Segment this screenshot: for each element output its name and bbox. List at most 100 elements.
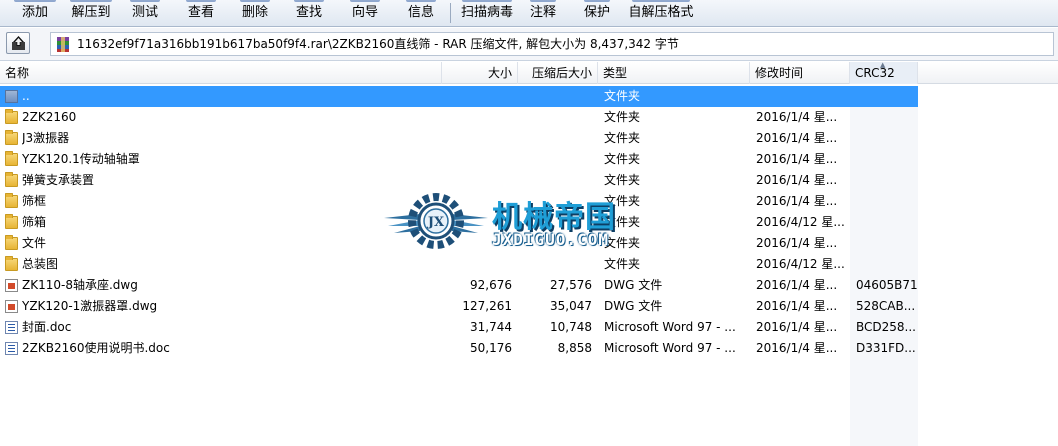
file-crc32 <box>856 254 918 275</box>
file-modified: 2016/1/4 星... <box>756 320 838 334</box>
gear-wings-logo-icon: JX <box>384 193 488 249</box>
column-name[interactable]: 名称 <box>0 62 442 84</box>
file-row[interactable]: 封面.doc 31,744 10,748 Microsoft Word 97 - ..… <box>0 317 918 338</box>
file-name: J3激振器 <box>22 131 70 145</box>
dwg-file-icon <box>5 300 18 313</box>
virus-scan-button[interactable]: 扫描病毒 <box>456 0 518 26</box>
file-type: 文件夹 <box>604 89 641 103</box>
file-size: 127,261 <box>462 299 512 313</box>
file-crc32: 528CAB... <box>856 296 918 317</box>
file-name: 总装图 <box>22 257 59 271</box>
protect-button[interactable]: 保护 <box>578 0 616 26</box>
file-row[interactable]: YZK120.1传动轴轴罩 文件夹 2016/1/4 星... <box>0 149 918 170</box>
file-row[interactable]: .. 文件夹 <box>0 86 918 107</box>
dwg-file-icon <box>5 279 18 292</box>
file-packed-size <box>520 254 592 275</box>
folder-icon <box>5 151 18 166</box>
file-row[interactable]: ZK110-8轴承座.dwg 92,676 27,576 DWG 文件 2016/1/4… <box>0 275 918 296</box>
file-size: 92,676 <box>470 278 512 292</box>
svg-text:JX: JX <box>427 215 445 230</box>
file-type: 文件夹 <box>604 131 641 145</box>
file-name: 2ZKB2160使用说明书.doc <box>22 341 170 355</box>
file-crc32 <box>856 170 918 191</box>
file-crc32: 04605B71 <box>856 275 918 296</box>
find-button[interactable]: 查找 <box>288 0 330 26</box>
delete-button[interactable]: 删除 <box>234 0 276 26</box>
file-modified: 2016/1/4 星... <box>756 152 838 166</box>
column-crc32-label: CRC32 <box>855 66 895 80</box>
sfx-button[interactable]: 自解压格式 <box>626 0 696 26</box>
folder-icon <box>5 256 18 271</box>
folder-icon <box>5 235 18 250</box>
file-modified: 2016/1/4 星... <box>756 131 838 145</box>
view-button[interactable]: 查看 <box>180 0 222 26</box>
folder-icon <box>5 130 18 145</box>
column-size[interactable]: 大小 <box>442 62 518 84</box>
file-packed-size: 10,748 <box>550 320 592 334</box>
watermark-logo: JX 机械帝国 JXDIGUO.COM <box>380 186 680 256</box>
file-name: .. <box>22 89 30 103</box>
file-type: DWG 文件 <box>604 299 663 313</box>
file-crc32 <box>856 107 918 128</box>
toolbar: 添加 解压到 测试 查看 删除 查找 向导 信息 扫描病毒 注释 保护 自解压格… <box>0 0 1058 27</box>
file-packed-size: 27,576 <box>550 278 592 292</box>
doc-file-icon <box>5 321 18 334</box>
add-button[interactable]: 添加 <box>8 0 62 26</box>
doc-file-icon <box>5 342 18 355</box>
file-crc32 <box>856 128 918 149</box>
folder-icon <box>5 193 18 208</box>
file-size <box>440 86 512 107</box>
file-type: DWG 文件 <box>604 278 663 292</box>
file-size <box>440 254 512 275</box>
file-size <box>440 149 512 170</box>
folder-icon <box>5 214 18 229</box>
file-modified: 2016/1/4 星... <box>756 236 838 250</box>
file-packed-size <box>520 86 592 107</box>
file-row[interactable]: 2ZK2160 文件夹 2016/1/4 星... <box>0 107 918 128</box>
file-size <box>440 128 512 149</box>
file-type: 文件夹 <box>604 110 641 124</box>
file-modified: 2016/4/12 星... <box>756 215 845 229</box>
address-field[interactable]: 11632ef9f71a316bb191b617ba50f9f4.rar\2ZK… <box>50 32 1054 56</box>
file-crc32 <box>856 191 918 212</box>
file-name: 封面.doc <box>22 320 72 334</box>
file-modified: 2016/1/4 星... <box>756 194 838 208</box>
archive-path-text: 11632ef9f71a316bb191b617ba50f9f4.rar\2ZK… <box>77 37 679 51</box>
column-modified[interactable]: 修改时间 <box>750 62 850 84</box>
column-header: 名称 大小 压缩后大小 类型 修改时间 CRC32 ▲ <box>0 61 1058 84</box>
file-size <box>440 107 512 128</box>
file-type: Microsoft Word 97 - ... <box>604 320 736 334</box>
file-modified: 2016/1/4 星... <box>756 341 838 355</box>
file-row[interactable]: YZK120-1激振器罩.dwg 127,261 35,047 DWG 文件 2016/… <box>0 296 918 317</box>
info-button[interactable]: 信息 <box>400 0 442 26</box>
file-size: 31,744 <box>470 320 512 334</box>
comment-button[interactable]: 注释 <box>524 0 562 26</box>
file-modified: 2016/1/4 星... <box>756 299 838 313</box>
file-crc32 <box>856 212 918 233</box>
column-type[interactable]: 类型 <box>598 62 750 84</box>
file-row[interactable]: 总装图 文件夹 2016/4/12 星... <box>0 254 918 275</box>
up-folder-button[interactable] <box>6 32 30 54</box>
file-row[interactable]: J3激振器 文件夹 2016/1/4 星... <box>0 128 918 149</box>
wizard-button[interactable]: 向导 <box>344 0 386 26</box>
extract-to-button[interactable]: 解压到 <box>64 0 118 26</box>
file-crc32: D331FD... <box>856 338 918 359</box>
column-packed-size[interactable]: 压缩后大小 <box>518 62 598 84</box>
file-modified: 2016/1/4 星... <box>756 173 838 187</box>
folder-icon <box>5 172 18 187</box>
file-modified <box>756 86 846 107</box>
test-button[interactable]: 测试 <box>124 0 166 26</box>
file-type: 文件夹 <box>604 257 641 271</box>
file-row[interactable]: 2ZKB2160使用说明书.doc 50,176 8,858 Microsoft Wo… <box>0 338 918 359</box>
file-packed-size: 8,858 <box>557 341 592 355</box>
file-name: YZK120-1激振器罩.dwg <box>22 299 158 313</box>
watermark-url: JXDIGUO.COM <box>492 230 609 249</box>
file-packed-size <box>520 107 592 128</box>
column-crc32[interactable]: CRC32 ▲ <box>850 61 918 84</box>
file-size: 50,176 <box>470 341 512 355</box>
toolbar-separator <box>450 3 451 23</box>
file-name: ZK110-8轴承座.dwg <box>22 278 138 292</box>
file-modified: 2016/1/4 星... <box>756 110 838 124</box>
address-bar: 11632ef9f71a316bb191b617ba50f9f4.rar\2ZK… <box>0 28 1058 61</box>
file-type: 文件夹 <box>604 152 641 166</box>
